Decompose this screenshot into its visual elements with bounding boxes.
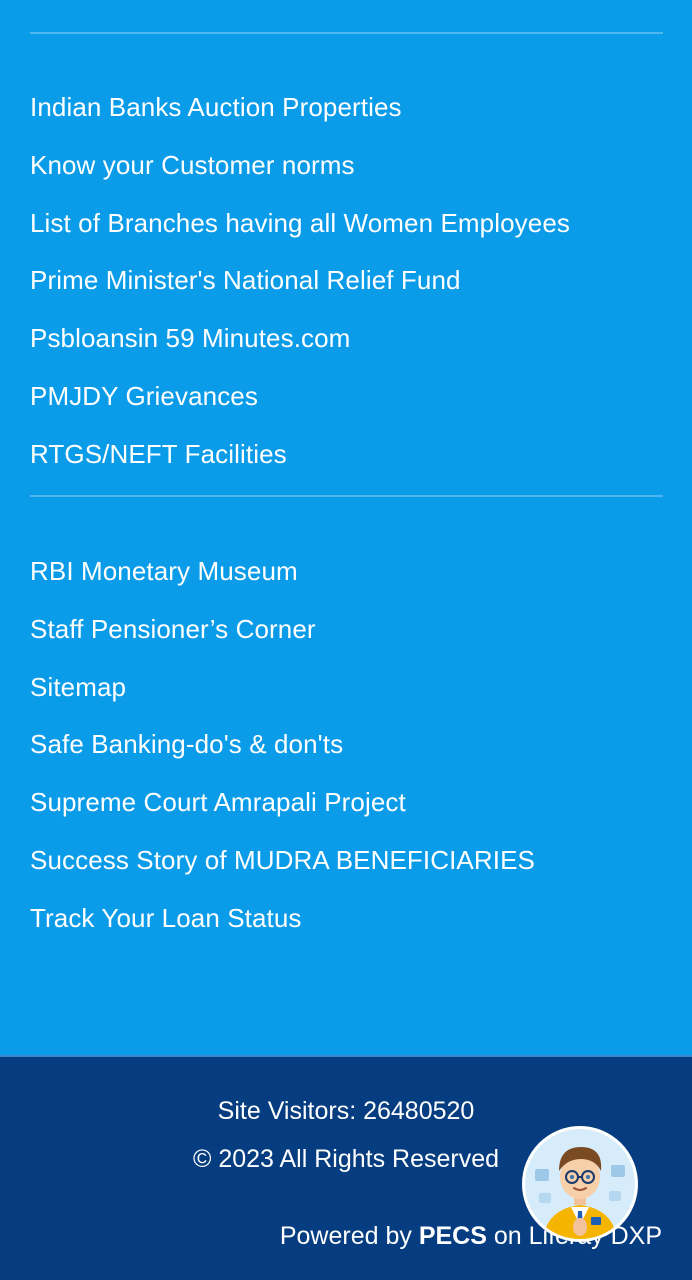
page: Indian Banks Auction Properties Know you… <box>0 0 692 1280</box>
list-item: RBI Monetary Museum <box>30 557 535 615</box>
list-item: List of Branches having all Women Employ… <box>30 209 570 267</box>
link-rtgs-neft[interactable]: RTGS/NEFT Facilities <box>30 439 287 469</box>
list-item: Prime Minister's National Relief Fund <box>30 266 570 324</box>
list-item: Success Story of MUDRA BENEFICIARIES <box>30 846 535 904</box>
list-item: Indian Banks Auction Properties <box>30 93 570 151</box>
links-group-2: RBI Monetary Museum Staff Pensioner’s Co… <box>30 557 535 962</box>
link-rbi-monetary-museum[interactable]: RBI Monetary Museum <box>30 556 298 586</box>
link-track-loan-status[interactable]: Track Your Loan Status <box>30 903 302 933</box>
link-staff-pensioners-corner[interactable]: Staff Pensioner’s Corner <box>30 614 316 644</box>
list-item: Know your Customer norms <box>30 151 570 209</box>
assistant-avatar-illustration <box>535 1147 625 1239</box>
list-item: Safe Banking-do's & don'ts <box>30 730 535 788</box>
link-women-branches[interactable]: List of Branches having all Women Employ… <box>30 208 570 238</box>
link-indian-banks-auction-properties[interactable]: Indian Banks Auction Properties <box>30 92 402 122</box>
list-item: Staff Pensioner’s Corner <box>30 615 535 673</box>
list-item: RTGS/NEFT Facilities <box>30 440 570 498</box>
link-pmjdy-grievances[interactable]: PMJDY Grievances <box>30 381 258 411</box>
link-safe-banking[interactable]: Safe Banking-do's & don'ts <box>30 729 343 759</box>
links-group-1: Indian Banks Auction Properties Know you… <box>30 93 570 498</box>
powered-brand[interactable]: PECS <box>419 1222 487 1250</box>
list-item: PMJDY Grievances <box>30 382 570 440</box>
site-visitors-counter: Site Visitors: 26480520 <box>217 1097 475 1125</box>
chat-assistant-avatar-icon[interactable] <box>522 1126 638 1242</box>
footer-links-section: Indian Banks Auction Properties Know you… <box>0 0 692 1055</box>
list-item: Sitemap <box>30 673 535 731</box>
divider-middle <box>30 495 663 497</box>
list-item: Track Your Loan Status <box>30 904 535 962</box>
link-sitemap[interactable]: Sitemap <box>30 672 126 702</box>
link-kyc-norms[interactable]: Know your Customer norms <box>30 150 355 180</box>
link-psbloans-59-minutes[interactable]: Psbloansin 59 Minutes.com <box>30 323 350 353</box>
link-amrapali-project[interactable]: Supreme Court Amrapali Project <box>30 787 406 817</box>
link-pm-relief-fund[interactable]: Prime Minister's National Relief Fund <box>30 265 461 295</box>
list-item: Psbloansin 59 Minutes.com <box>30 324 570 382</box>
powered-prefix: Powered by <box>279 1222 419 1250</box>
divider-top <box>30 32 663 34</box>
link-mudra-success-story[interactable]: Success Story of MUDRA BENEFICIARIES <box>30 845 535 875</box>
list-item: Supreme Court Amrapali Project <box>30 788 535 846</box>
